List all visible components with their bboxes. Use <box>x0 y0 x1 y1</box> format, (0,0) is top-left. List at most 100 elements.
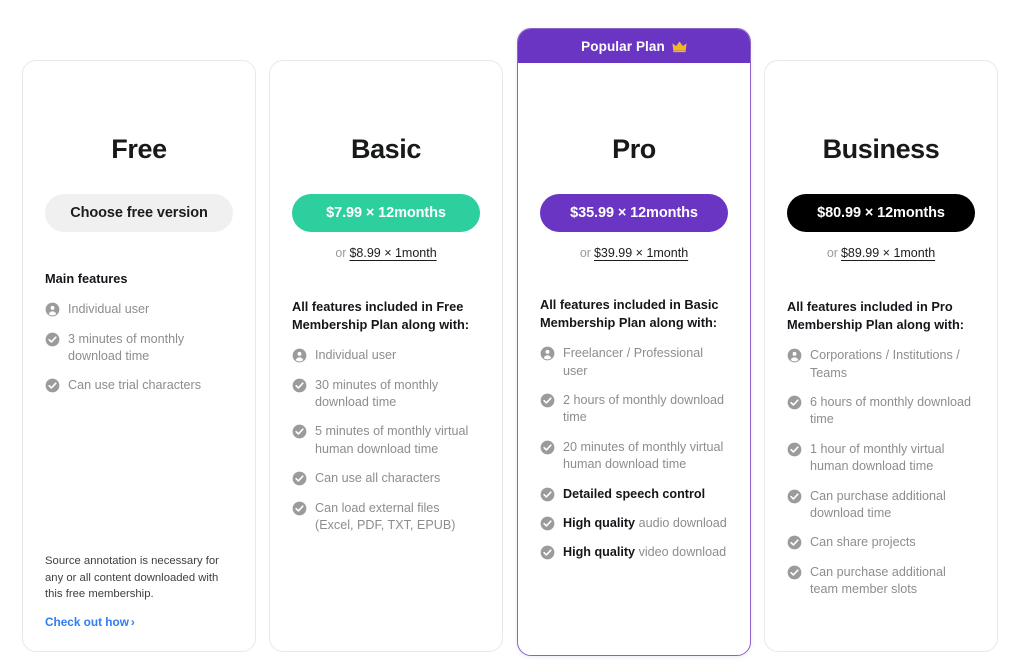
feature-item: Can load external files (Excel, PDF, TXT… <box>292 500 480 535</box>
features-block-basic: All features included in Free Membership… <box>292 298 480 534</box>
plan-name-pro: Pro <box>612 134 656 164</box>
check-icon <box>787 442 802 457</box>
feature-item: Can use all characters <box>292 470 480 487</box>
feature-item: Corporations / Institutions / Teams <box>787 347 975 382</box>
feature-list-free: Individual user 3 minutes of monthly down… <box>45 301 233 395</box>
person-icon <box>787 348 802 363</box>
check-icon <box>540 545 555 560</box>
check-out-how-label: Check out how <box>45 615 129 629</box>
chevron-right-icon: › <box>130 615 135 629</box>
feature-text: 3 minutes of monthly download time <box>68 331 185 363</box>
person-icon <box>292 348 307 363</box>
feature-list-business: Corporations / Institutions / Teams 6 hou… <box>787 347 975 598</box>
alt-price-or-label: or <box>826 246 838 260</box>
alt-price-amount-basic[interactable]: $8.99 × 1month <box>349 246 436 260</box>
feature-text-plain: audio download <box>635 515 727 530</box>
feature-item: Can purchase additional team member slot… <box>787 564 975 599</box>
feature-text: Can load external files (Excel, PDF, TXT… <box>315 500 456 532</box>
feature-item: 5 minutes of monthly virtual human downl… <box>292 423 480 458</box>
feature-item: 1 hour of monthly virtual human download… <box>787 441 975 476</box>
check-icon <box>45 332 60 347</box>
check-icon <box>540 440 555 455</box>
footnote-text: Source annotation is necessary for any o… <box>45 554 219 601</box>
plan-name-business: Business <box>822 134 940 164</box>
feature-item: Can share projects <box>787 534 975 551</box>
alt-price-or-label: or <box>579 246 591 260</box>
feature-item: Can purchase additional download time <box>787 488 975 523</box>
check-icon <box>292 424 307 439</box>
check-icon <box>540 487 555 502</box>
feature-text: 1 hour of monthly virtual human download… <box>810 441 945 474</box>
feature-text: 6 hours of monthly download time <box>810 395 972 427</box>
feature-text: Can purchase additional team member slot… <box>810 564 946 597</box>
alt-price-or-label: or <box>335 246 347 260</box>
feature-text: 5 minutes of monthly virtual human downl… <box>315 424 469 456</box>
features-heading-free: Main features <box>45 271 128 286</box>
popular-plan-label: Popular Plan <box>581 38 665 54</box>
feature-text: 2 hours of monthly download time <box>563 393 725 425</box>
plan-cta-button-pro[interactable]: $35.99 × 12months <box>540 194 728 232</box>
plan-cta-button-free[interactable]: Choose free version <box>45 194 233 232</box>
plan-card-business: Business $80.99 × 12months or $89.99 × 1mon… <box>764 60 998 652</box>
footnote-free: Source annotation is necessary for any o… <box>45 553 233 631</box>
feature-item: 30 minutes of monthly download time <box>292 377 480 412</box>
plan-cta-button-business[interactable]: $80.99 × 12months <box>787 194 975 232</box>
plan-cta-button-basic[interactable]: $7.99 × 12months <box>292 194 480 232</box>
feature-item: Detailed speech control <box>540 486 728 503</box>
feature-text: Corporations / Institutions / Teams <box>810 348 960 380</box>
feature-item: Can use trial characters <box>45 377 233 394</box>
popular-plan-banner: Popular Plan <box>518 29 750 63</box>
features-heading-pro: All features included in Basic Membershi… <box>540 297 719 331</box>
plan-card-body-pro: Pro $35.99 × 12months or $39.99 × 1month All… <box>518 134 750 655</box>
features-block-pro: All features included in Basic Membershi… <box>540 296 728 562</box>
feature-text: Detailed speech control <box>563 486 706 501</box>
check-icon <box>540 516 555 531</box>
feature-text: Can use all characters <box>315 471 441 486</box>
person-icon <box>45 302 60 317</box>
alt-price-business: or $89.99 × 1month <box>787 246 975 260</box>
plan-card-pro: Popular Plan Pro $35.99 × 12months or $39.99… <box>517 28 751 656</box>
crown-icon <box>672 40 687 53</box>
feature-text: Freelancer / Professional user <box>563 346 703 378</box>
feature-text: High quality audio download <box>563 515 728 532</box>
feature-item: Freelancer / Professional user <box>540 345 728 380</box>
feature-item: 6 hours of monthly download time <box>787 394 975 429</box>
feature-text: 30 minutes of monthly download time <box>315 377 439 410</box>
plan-name-free: Free <box>111 134 167 164</box>
features-heading-basic: All features included in Free Membership… <box>292 299 470 333</box>
check-out-how-link[interactable]: Check out how › <box>45 615 135 629</box>
check-icon <box>45 378 60 393</box>
check-icon <box>787 565 802 580</box>
plan-card-basic: Basic $7.99 × 12months or $8.99 × 1month All… <box>269 60 503 652</box>
feature-item: Individual user <box>292 347 480 364</box>
features-heading-business: All features included in Pro Membership … <box>787 299 965 333</box>
alt-price-pro: or $39.99 × 1month <box>540 246 728 260</box>
feature-text-emphasis: High quality <box>563 545 636 560</box>
features-block-free: Main features Individual user 3 minutes of… <box>45 270 233 395</box>
feature-item: High quality audio download <box>540 515 728 532</box>
feature-text: Can share projects <box>810 535 916 550</box>
feature-item: 20 minutes of monthly virtual human down… <box>540 439 728 474</box>
check-icon <box>787 489 802 504</box>
plan-name-basic: Basic <box>350 134 422 164</box>
alt-price-amount-business[interactable]: $89.99 × 1month <box>841 246 935 260</box>
feature-text: High quality video download <box>563 544 728 561</box>
feature-item: High quality video download <box>540 544 728 561</box>
alt-price-basic: or $8.99 × 1month <box>292 246 480 260</box>
alt-price-amount-pro[interactable]: $39.99 × 1month <box>594 246 688 260</box>
check-icon <box>787 395 802 410</box>
check-icon <box>787 535 802 550</box>
feature-item: 3 minutes of monthly download time <box>45 331 233 366</box>
feature-text: Individual user <box>68 302 150 317</box>
feature-item: 2 hours of monthly download time <box>540 392 728 427</box>
feature-text: 20 minutes of monthly virtual human down… <box>563 439 724 472</box>
person-icon <box>540 346 555 361</box>
check-icon <box>292 501 307 516</box>
check-icon <box>540 393 555 408</box>
check-icon <box>292 471 307 486</box>
check-icon <box>292 378 307 393</box>
feature-text: Can purchase additional download time <box>810 488 946 520</box>
feature-text-emphasis: High quality <box>563 515 636 530</box>
feature-item: Individual user <box>45 301 233 318</box>
pricing-plans-board: Free Choose free version Main features Indi… <box>0 0 1024 666</box>
